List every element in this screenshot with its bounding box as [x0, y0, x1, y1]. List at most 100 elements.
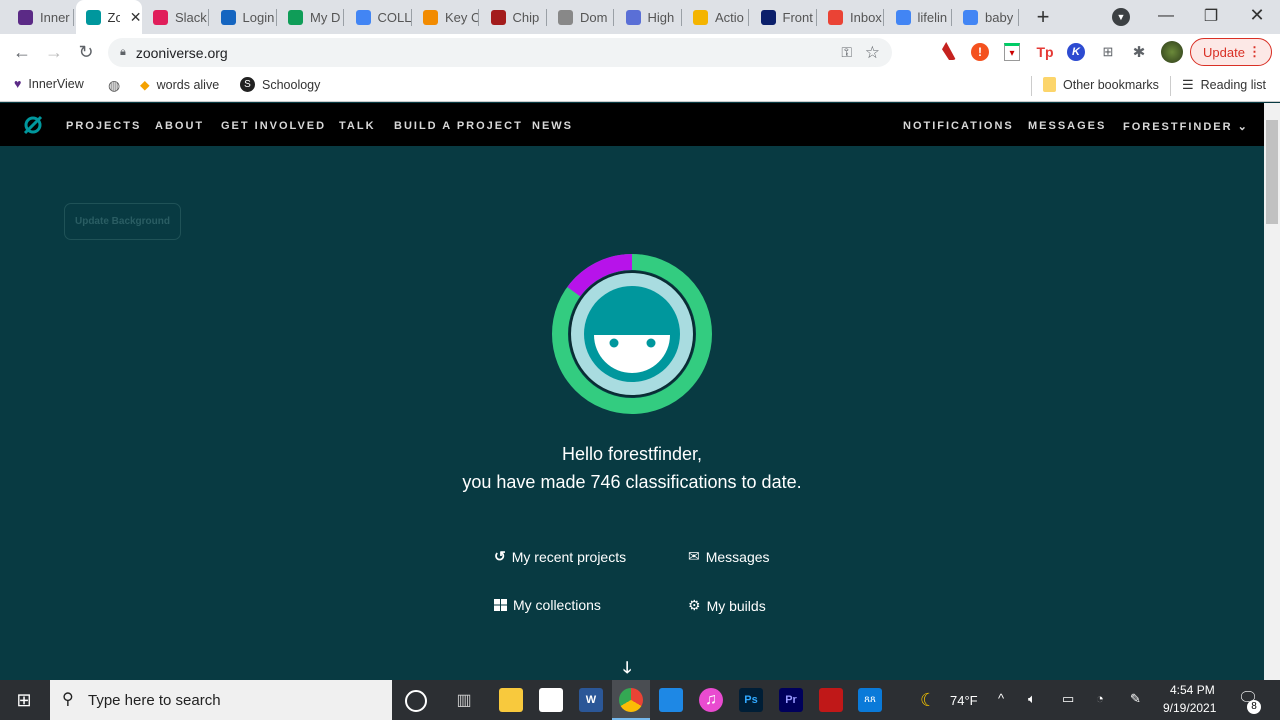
nav-user-menu[interactable]: FORESTFINDER ⌄: [1123, 120, 1249, 133]
chrome-taskbar-button[interactable]: [612, 680, 650, 720]
my-collections-link[interactable]: My collections: [494, 597, 601, 613]
tab-separator: [275, 9, 277, 26]
nav-messages[interactable]: MESSAGES: [1028, 120, 1106, 132]
other-bookmarks[interactable]: Other bookmarks: [1043, 77, 1159, 92]
my-recent-projects-link[interactable]: ↺ My recent projects: [494, 548, 626, 565]
extension-tp-icon[interactable]: Tp: [1035, 42, 1055, 62]
update-label: Update: [1203, 44, 1245, 60]
clock-time[interactable]: 4:54 PM: [1170, 683, 1215, 697]
divider: [1170, 76, 1171, 96]
browser-tab[interactable]: Inbox: [818, 0, 884, 34]
volume-icon[interactable]: 🔈︎: [1028, 691, 1036, 707]
nav-build-a-project[interactable]: BUILD A PROJECT: [394, 120, 523, 132]
back-button[interactable]: ←: [12, 42, 32, 62]
mail-icon[interactable]: [659, 688, 683, 712]
battery-icon[interactable]: ▭: [1062, 691, 1074, 707]
my-builds-link[interactable]: ⚙ My builds: [688, 597, 766, 614]
toolbar: ← → ↻ 🔒︎ zooniverse.org ⚿ ☆ ! ▾ Tp K ⊞ ✱…: [0, 34, 1280, 70]
weather-temp[interactable]: 74°F: [950, 693, 978, 708]
scrollbar-thumb[interactable]: [1266, 120, 1278, 224]
browser-tab[interactable]: Login: [211, 0, 277, 34]
extension-mcafee-icon[interactable]: ▾: [1004, 43, 1020, 61]
profile-avatar[interactable]: [1161, 41, 1183, 63]
close-window-button[interactable]: ✕: [1246, 4, 1268, 26]
bookmark-innerview[interactable]: ♥ InnerView: [14, 77, 84, 91]
mcafee-icon[interactable]: [819, 688, 843, 712]
tab-title: COLL: [377, 9, 412, 25]
nav-projects[interactable]: PROJECTS: [66, 120, 141, 132]
bookmark-globe[interactable]: ◍: [108, 77, 120, 94]
bookmark-schoology[interactable]: S Schoology: [240, 77, 320, 92]
browser-tab[interactable]: Slack: [143, 0, 209, 34]
tab-favicon-icon: [895, 9, 911, 25]
tab-title: Actio: [715, 9, 744, 25]
extension-icon[interactable]: [942, 42, 956, 60]
update-background-button[interactable]: Update Background: [64, 203, 181, 240]
extension-alert-icon[interactable]: !: [971, 43, 989, 61]
tab-separator: [1018, 9, 1019, 26]
tab-separator: [410, 9, 412, 26]
new-tab-button[interactable]: +: [1032, 4, 1054, 29]
extension-grid-icon[interactable]: ⊞: [1099, 43, 1117, 61]
show-hidden-icons[interactable]: ^: [998, 691, 1004, 706]
weather-moon-icon[interactable]: ☾: [920, 690, 936, 711]
cortana-icon[interactable]: [405, 690, 427, 712]
restore-button[interactable]: ❐: [1201, 5, 1221, 27]
key-icon[interactable]: ⚿: [841, 44, 852, 61]
nav-about[interactable]: ABOUT: [155, 120, 204, 132]
file-explorer-icon[interactable]: [499, 688, 523, 712]
star-icon[interactable]: ☆: [865, 43, 880, 63]
browser-tab[interactable]: Dom: [548, 0, 614, 34]
browser-tab[interactable]: Inner: [8, 0, 74, 34]
extensions-puzzle-icon[interactable]: ✱: [1130, 43, 1148, 61]
app-icon[interactable]: ጸጸ: [858, 688, 882, 712]
minimize-button[interactable]: —: [1156, 5, 1176, 27]
extension-k-icon[interactable]: K: [1067, 43, 1085, 61]
folder-icon: [1043, 77, 1056, 92]
microsoft-store-icon[interactable]: [539, 688, 563, 712]
wifi-icon[interactable]: ◔: [1096, 691, 1104, 706]
browser-tab[interactable]: My D: [278, 0, 344, 34]
browser-tab[interactable]: Zo ✕: [75, 0, 142, 34]
tab-favicon-icon: [153, 9, 168, 25]
browser-tab[interactable]: Actio: [683, 0, 749, 34]
taskbar-search[interactable]: ⚲ Type here to search: [50, 680, 392, 720]
browser-tab[interactable]: High: [616, 0, 682, 34]
clock-date[interactable]: 9/19/2021: [1163, 701, 1216, 715]
premiere-icon[interactable]: Pr: [779, 688, 803, 712]
task-view-icon[interactable]: ▥: [453, 689, 475, 711]
browser-tab[interactable]: lifelin: [886, 0, 952, 34]
chrome-icon: [619, 688, 643, 712]
nav-notifications[interactable]: NOTIFICATIONS: [903, 120, 1014, 132]
tab-favicon-icon: [85, 9, 101, 25]
itunes-icon[interactable]: ♫: [699, 688, 723, 712]
tab-separator: [208, 9, 209, 26]
windows-start-icon[interactable]: ⊞: [14, 690, 34, 710]
browser-tab[interactable]: Chip: [481, 0, 547, 34]
browser-tab[interactable]: Front: [751, 0, 817, 34]
tab-title: Login: [242, 9, 275, 25]
close-tab-icon[interactable]: ✕: [130, 9, 142, 26]
zooniverse-logo-icon[interactable]: [22, 114, 44, 136]
pen-icon[interactable]: ✎: [1130, 691, 1141, 707]
messages-link[interactable]: ✉ Messages: [688, 548, 770, 565]
nav-news[interactable]: NEWS: [532, 120, 573, 132]
reading-list[interactable]: ☰ Reading list: [1182, 77, 1266, 93]
nav-get-involved[interactable]: GET INVOLVED: [221, 120, 326, 132]
nav-talk[interactable]: TALK: [339, 120, 376, 132]
address-bar[interactable]: 🔒︎ zooniverse.org ⚿ ☆: [108, 38, 892, 67]
word-icon[interactable]: W: [579, 688, 603, 712]
bookmark-words-alive[interactable]: ◆ words alive: [140, 77, 219, 93]
browser-tab[interactable]: COLL: [346, 0, 412, 34]
search-icon: ⚲: [62, 691, 74, 708]
tab-title: Slack: [175, 9, 207, 25]
photoshop-icon[interactable]: Ps: [739, 688, 763, 712]
tab-separator: [478, 9, 479, 26]
forward-button[interactable]: →: [44, 42, 64, 62]
link-label: My recent projects: [511, 548, 627, 565]
reload-button[interactable]: ↻: [76, 42, 96, 62]
tab-search-icon[interactable]: ▼: [1112, 8, 1130, 26]
update-button[interactable]: Update ⋮: [1190, 38, 1272, 66]
browser-tab[interactable]: baby: [953, 0, 1019, 34]
browser-tab[interactable]: Key C: [413, 0, 479, 34]
